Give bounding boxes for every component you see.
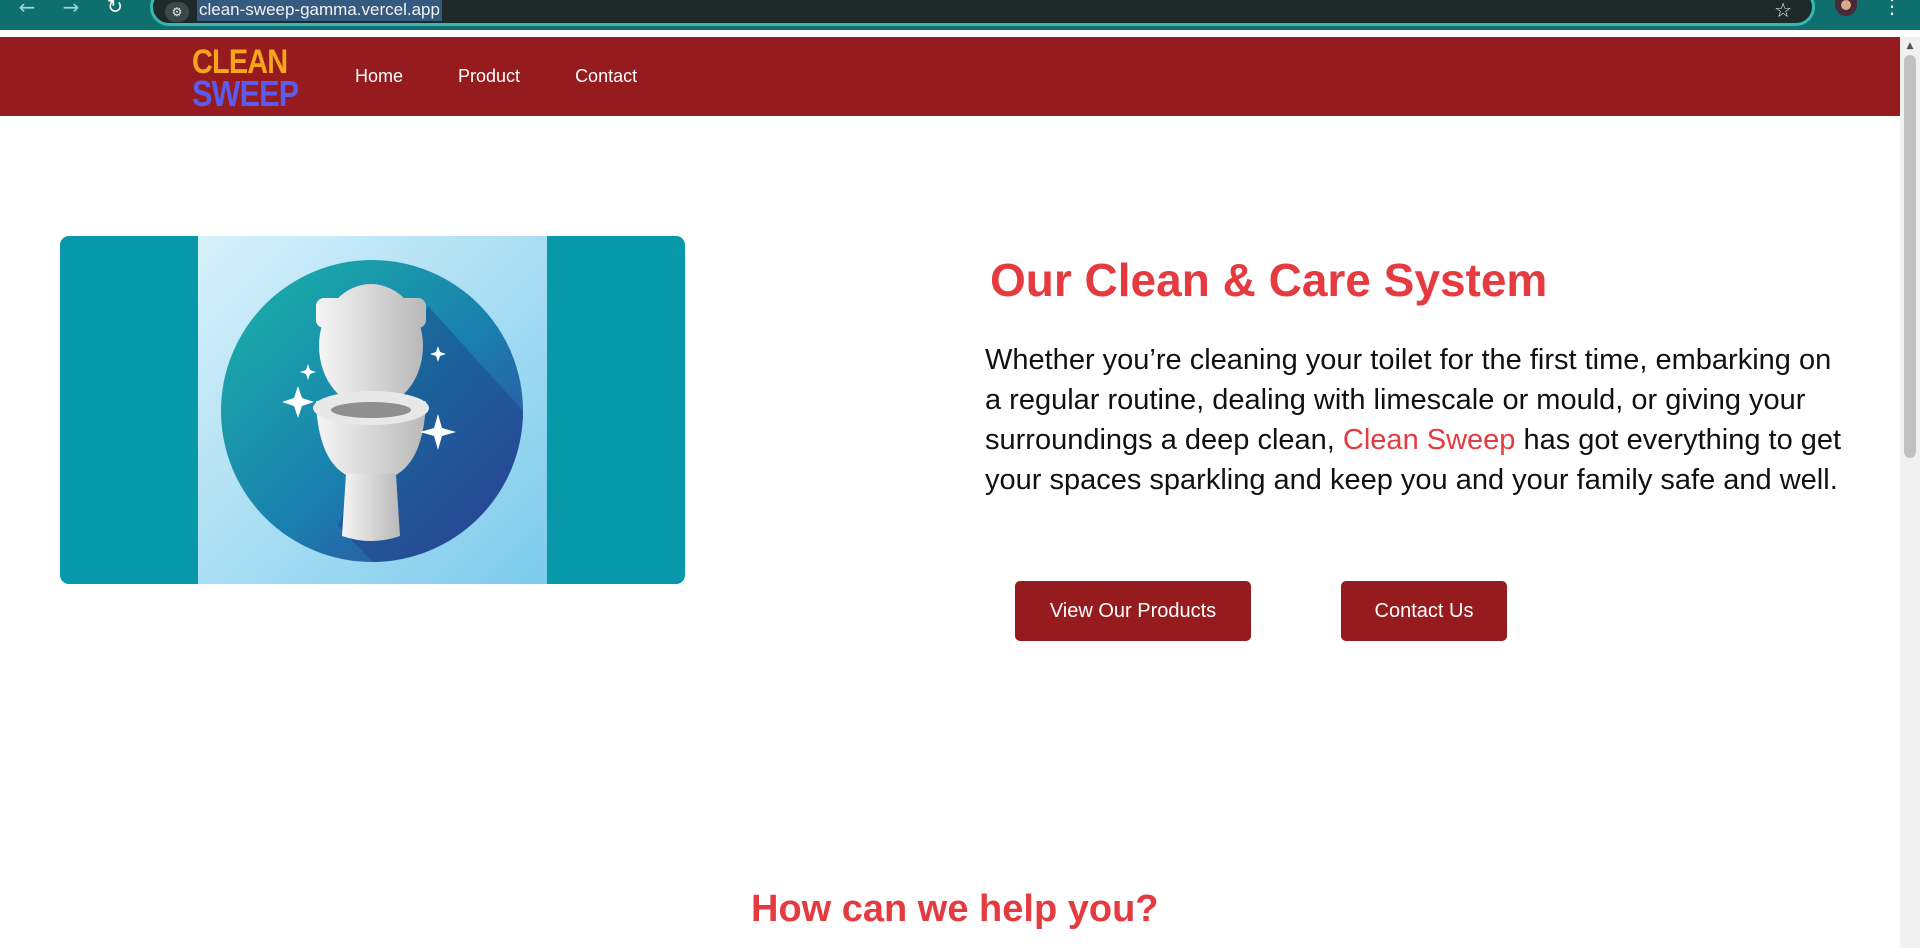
browser-menu-icon[interactable]: ⋮ (1882, 0, 1902, 16)
site-info-icon[interactable]: ⚙ (165, 2, 189, 22)
scrollbar-thumb[interactable] (1904, 55, 1916, 458)
reload-icon[interactable]: ↻ (100, 0, 130, 22)
toilet-illustration-svg (198, 236, 547, 584)
nav-product-link[interactable]: Product (458, 66, 520, 87)
browser-toolbar: ← → ↻ ⚙ clean-sweep-gamma.vercel.app ☆ ⋮ (0, 0, 1920, 30)
view-products-button[interactable]: View Our Products (1015, 581, 1251, 641)
help-section-title: How can we help you? (751, 888, 1159, 930)
bookmark-star-icon[interactable]: ☆ (1774, 0, 1792, 20)
page-scrollbar[interactable]: ▲ (1900, 37, 1920, 948)
profile-avatar[interactable] (1835, 0, 1857, 16)
contact-us-button[interactable]: Contact Us (1341, 581, 1507, 641)
scroll-up-arrow-icon[interactable]: ▲ (1900, 41, 1920, 51)
forward-icon[interactable]: → (56, 0, 86, 22)
nav-contact-link[interactable]: Contact (575, 66, 637, 87)
brand-name-highlight: Clean Sweep (1342, 424, 1516, 456)
back-icon[interactable]: ← (12, 0, 42, 22)
toilet-illustration (60, 236, 685, 584)
logo-line-sweep: SWEEP (192, 73, 299, 114)
hero-title: Our Clean & Care System (990, 254, 1548, 306)
url-text[interactable]: clean-sweep-gamma.vercel.app (197, 0, 442, 21)
nav-home-link[interactable]: Home (355, 66, 403, 87)
address-bar[interactable]: ⚙ clean-sweep-gamma.vercel.app ☆ (150, 0, 1815, 26)
main-nav: Home Product Contact (355, 37, 692, 116)
clean-sweep-logo[interactable]: CLEAN SWEEP (192, 45, 299, 112)
hero-description: Whether you’re cleaning your toilet for … (985, 340, 1855, 500)
site-header: CLEAN SWEEP Home Product Contact (0, 37, 1900, 116)
